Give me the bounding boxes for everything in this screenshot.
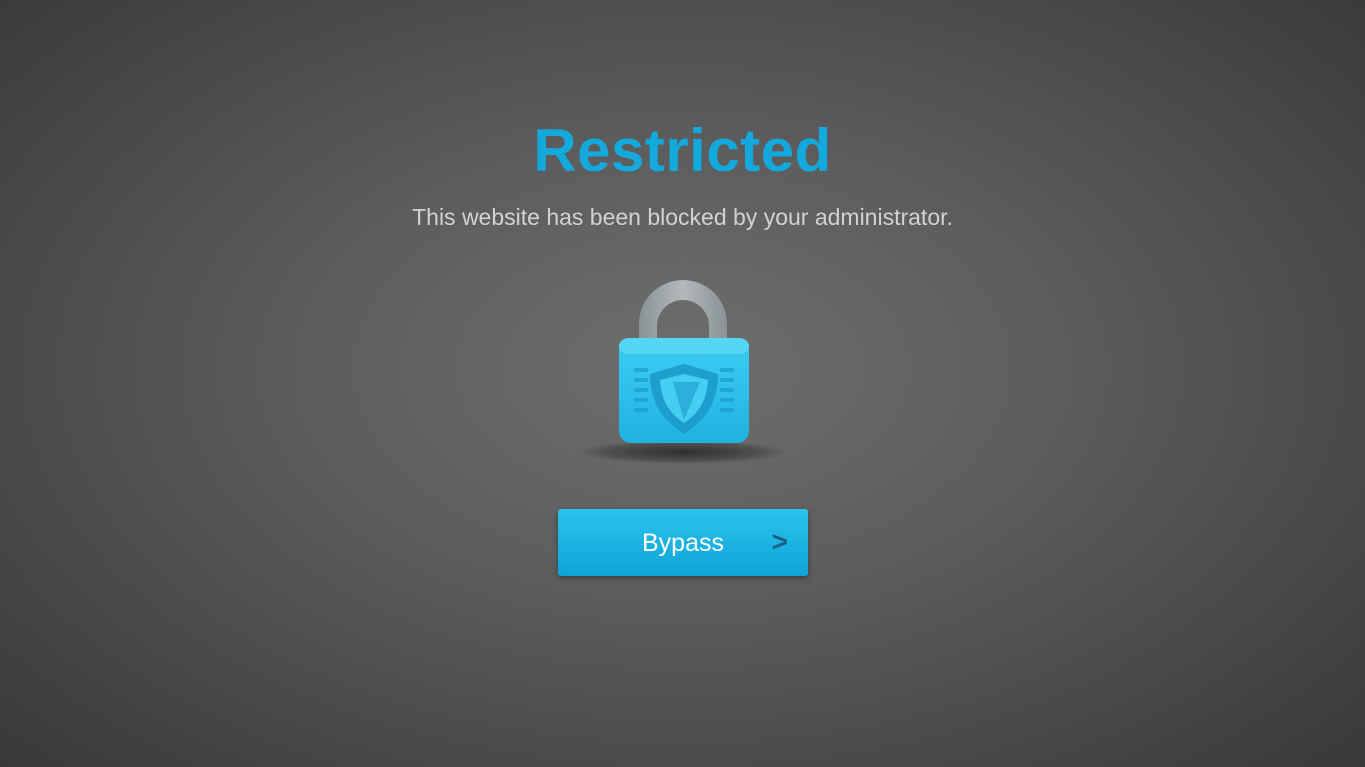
page-title: Restricted [533,117,832,184]
restricted-page: Restricted This website has been blocked… [0,0,1365,767]
bypass-button[interactable]: Bypass > [558,509,808,576]
blocked-message: This website has been blocked by your ad… [412,204,953,230]
padlock-shield-icon [572,270,794,470]
bypass-label: Bypass [642,529,724,557]
lock-shadow [579,440,787,464]
chevron-right-icon: > [771,526,788,557]
